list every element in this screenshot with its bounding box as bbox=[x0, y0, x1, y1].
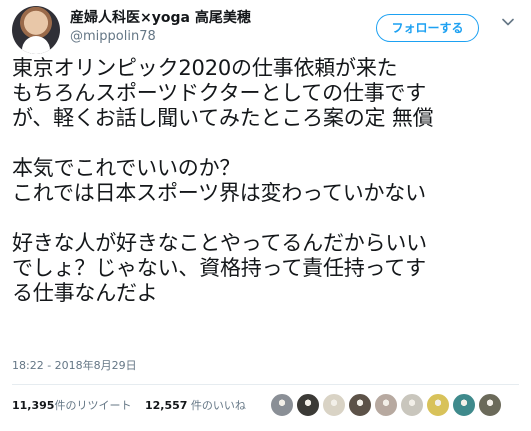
like-label: 件のいいね bbox=[187, 399, 246, 412]
liker-avatar[interactable] bbox=[426, 393, 450, 417]
liker-avatar[interactable] bbox=[374, 393, 398, 417]
user-names: 産婦人科医×yoga 高尾美穂 @mippolin78 bbox=[70, 9, 251, 46]
chevron-down-icon[interactable] bbox=[500, 14, 516, 30]
retweet-stat[interactable]: 11,395件のリツイート bbox=[12, 399, 131, 412]
like-count: 12,557 bbox=[144, 399, 188, 412]
like-stat[interactable]: 12,557 件のいいね bbox=[145, 399, 246, 412]
tweet-line: もちろんスポーツドクターとしての仕事です bbox=[12, 81, 427, 105]
tweet-line: が、軽くお話し聞いてみたところ案の定 無償 bbox=[12, 106, 434, 130]
tweet-paragraph: 東京オリンピック2020の仕事依頼が来た もちろんスポーツドクターとしての仕事で… bbox=[12, 56, 522, 131]
divider bbox=[12, 384, 519, 385]
liker-avatar[interactable] bbox=[348, 393, 372, 417]
liker-avatar[interactable] bbox=[322, 393, 346, 417]
tweet-line: これでは日本スポーツ界は変わっていかない bbox=[12, 181, 426, 205]
liker-avatar[interactable] bbox=[270, 393, 294, 417]
tweet-line: 東京オリンピック2020の仕事依頼が来た bbox=[12, 56, 398, 80]
tweet-line: る仕事なんだよ bbox=[12, 281, 158, 305]
tweet-card: 産婦人科医×yoga 高尾美穂 @mippolin78 フォローする 東京オリン… bbox=[0, 0, 531, 431]
liker-avatar[interactable] bbox=[296, 393, 320, 417]
liker-avatar[interactable] bbox=[400, 393, 424, 417]
user-avatar[interactable] bbox=[12, 6, 60, 54]
tweet-paragraph: 好きな人が好きなことやってるんだからいい でしょ？じゃない、資格持って責任持って… bbox=[12, 231, 522, 306]
liker-avatar[interactable] bbox=[478, 393, 502, 417]
tweet-line: 本気でこれでいいのか？ bbox=[12, 156, 241, 180]
tweet-text: 東京オリンピック2020の仕事依頼が来た もちろんスポーツドクターとしての仕事で… bbox=[12, 56, 522, 331]
tweet-line: でしょ？じゃない、資格持って責任持ってす bbox=[12, 256, 426, 280]
liker-avatar[interactable] bbox=[452, 393, 476, 417]
tweet-header: 産婦人科医×yoga 高尾美穂 @mippolin78 フォローする bbox=[12, 6, 519, 56]
tweet-line: 好きな人が好きなことやってるんだからいい bbox=[12, 231, 427, 255]
tweet-timestamp[interactable]: 18:22 - 2018年8月29日 bbox=[12, 359, 137, 373]
follow-button[interactable]: フォローする bbox=[376, 14, 479, 42]
retweet-count: 11,395 bbox=[12, 399, 55, 412]
display-name[interactable]: 産婦人科医×yoga 高尾美穂 bbox=[70, 9, 251, 28]
retweet-label: 件のリツイート bbox=[54, 399, 132, 412]
user-handle[interactable]: @mippolin78 bbox=[70, 28, 251, 46]
tweet-stats: 11,395件のリツイート 12,557 件のいいね bbox=[12, 398, 256, 414]
tweet-paragraph: 本気でこれでいいのか？ これでは日本スポーツ界は変わっていかない bbox=[12, 156, 522, 206]
liker-avatars bbox=[270, 393, 510, 419]
